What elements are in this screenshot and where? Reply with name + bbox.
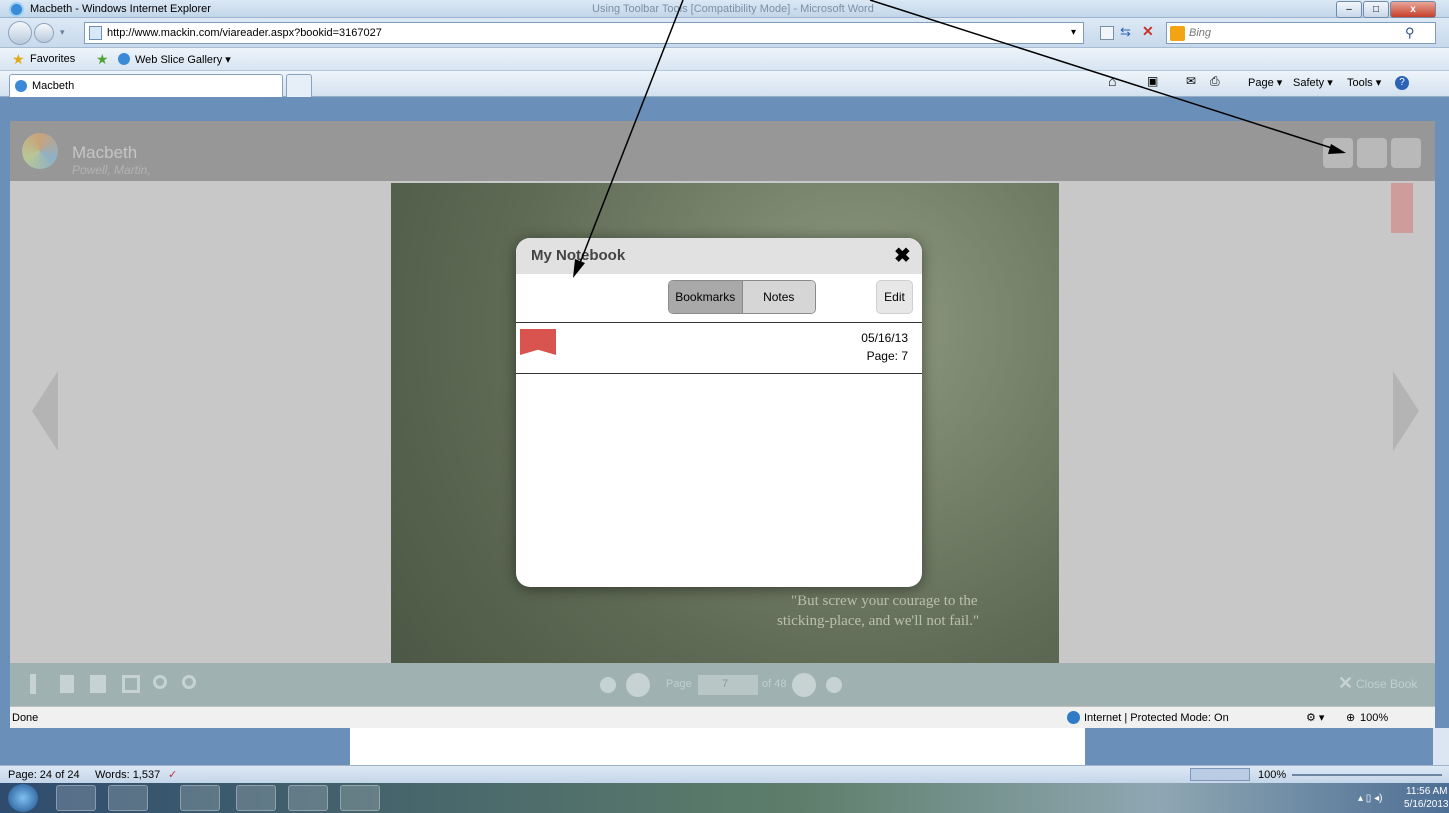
spelling-icon[interactable]: ✓: [168, 768, 177, 781]
word-zoom-level: 100%: [1258, 769, 1287, 781]
status-text: Done: [12, 712, 39, 724]
word-word-count: Words: 1,537: [95, 769, 161, 781]
taskbar-ie-icon[interactable]: [56, 785, 96, 811]
word-document-page: [350, 728, 1085, 765]
clock-time[interactable]: 11:56 AM: [1406, 786, 1448, 797]
arrowhead-notebook-icon: [1328, 144, 1346, 154]
tray-icons[interactable]: ▴ ▯ ◂): [1358, 793, 1382, 804]
arrow-to-notebook-icon: [869, 0, 1339, 151]
word-page-count: Page: 24 of 24: [8, 769, 80, 781]
arrowhead-notebook-title: [573, 259, 585, 278]
taskbar-remote-icon[interactable]: [288, 785, 328, 811]
ie-status-bar: Done Internet | Protected Mode: On ⚙ ▾ ⊕…: [10, 706, 1435, 728]
taskbar-word-icon[interactable]: [340, 785, 380, 811]
taskbar: ▴ ▯ ◂) 11:56 AM 5/16/2013: [0, 783, 1449, 813]
security-zone[interactable]: Internet | Protected Mode: On: [1084, 712, 1229, 724]
start-button[interactable]: [8, 784, 38, 812]
protected-mode-icon[interactable]: ⚙ ▾: [1306, 711, 1324, 724]
zoom-icon[interactable]: ⊕: [1346, 711, 1355, 724]
zoom-slider[interactable]: [1292, 774, 1442, 776]
clock-date[interactable]: 5/16/2013: [1404, 799, 1449, 810]
taskbar-outlook-icon[interactable]: [180, 785, 220, 811]
view-buttons[interactable]: [1190, 768, 1250, 781]
zoom-level[interactable]: 100%: [1360, 712, 1388, 724]
arrow-to-notebook-title: [577, 0, 684, 269]
taskbar-lync-icon[interactable]: [236, 785, 276, 811]
taskbar-explorer-icon[interactable]: [108, 785, 148, 811]
word-status-bar: Page: 24 of 24 Words: 1,537 ✓ 100%: [0, 765, 1449, 783]
word-scrollbar[interactable]: [1433, 728, 1449, 765]
annotation-arrows: [573, 0, 1346, 278]
globe-icon: [1067, 711, 1080, 724]
